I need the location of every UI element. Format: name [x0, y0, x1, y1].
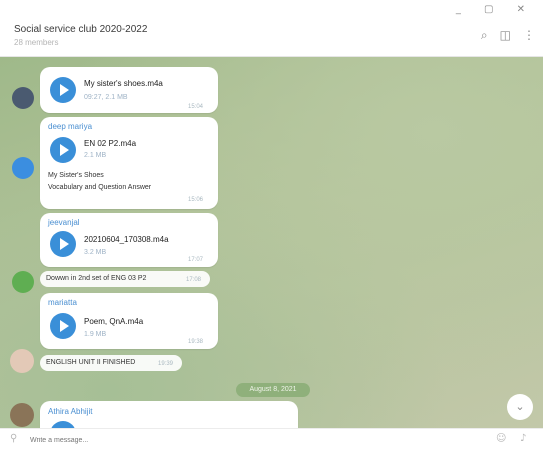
- audio-filename: My sister's shoes.m4a: [84, 79, 163, 88]
- columns-icon[interactable]: ◫: [500, 28, 511, 43]
- message-audio[interactable]: mariatta Poem, QnA.m4a 1.9 MB 19:38: [40, 293, 218, 349]
- message-time: 15:04: [188, 104, 204, 110]
- play-icon[interactable]: [50, 137, 76, 163]
- message-partial[interactable]: Athira Abhijit: [40, 401, 298, 428]
- header-actions: ⌕ ◫ ⋮: [481, 28, 535, 43]
- message-audio[interactable]: My sister's shoes.m4a 09:27, 2.1 MB 15:0…: [40, 67, 218, 113]
- paperclip-icon[interactable]: ⚲: [10, 433, 17, 444]
- chat-member-count: 28 members: [14, 38, 59, 47]
- message-audio[interactable]: jeevanjal 20210604_170308.m4a 3.2 MB 17:…: [40, 213, 218, 267]
- sender-name[interactable]: Athira Abhijit: [48, 407, 92, 416]
- message-time: 17:08: [186, 277, 202, 283]
- audio-meta: 09:27, 2.1 MB: [84, 94, 128, 101]
- chat-messages-area[interactable]: My sister's shoes.m4a 09:27, 2.1 MB 15:0…: [0, 57, 543, 428]
- message-text: ENGLISH UNIT II FINISHED: [46, 359, 136, 366]
- play-icon[interactable]: [50, 313, 76, 339]
- message-text-bubble[interactable]: Dowwn in 2nd set of ENG 03 P2 17:08: [40, 271, 210, 287]
- window-controls[interactable]: _ ▢ ✕: [456, 4, 535, 15]
- sender-name[interactable]: deep mariya: [48, 122, 92, 131]
- microphone-icon[interactable]: ♪: [520, 433, 526, 444]
- sender-name[interactable]: mariatta: [48, 298, 77, 307]
- message-time: 19:39: [158, 361, 174, 367]
- message-text: My Sister's Shoes: [48, 172, 104, 179]
- date-separator: August 8, 2021: [236, 383, 310, 397]
- message-text: Vocabulary and Question Answer: [48, 184, 152, 191]
- audio-meta: 3.2 MB: [84, 249, 107, 256]
- chat-title[interactable]: Social service club 2020-2022: [14, 24, 147, 35]
- message-audio[interactable]: deep mariya EN 02 P2.m4a 2.1 MB My Siste…: [40, 117, 218, 209]
- sender-name[interactable]: jeevanjal: [48, 218, 80, 227]
- audio-meta: 1.9 MB: [84, 331, 107, 338]
- chat-header: _ ▢ ✕ Social service club 2020-2022 28 m…: [0, 0, 543, 57]
- avatar[interactable]: [10, 349, 34, 373]
- play-icon[interactable]: [50, 231, 76, 257]
- avatar[interactable]: [12, 87, 34, 109]
- play-icon[interactable]: [50, 421, 76, 428]
- message-time: 17:07: [188, 257, 204, 263]
- message-text-bubble[interactable]: ENGLISH UNIT II FINISHED 19:39: [40, 355, 182, 371]
- search-icon[interactable]: ⌕: [481, 28, 488, 43]
- avatar[interactable]: [12, 271, 34, 293]
- play-icon[interactable]: [50, 77, 76, 103]
- message-time: 19:38: [188, 339, 204, 345]
- message-text: Dowwn in 2nd set of ENG 03 P2: [46, 275, 147, 282]
- more-icon[interactable]: ⋮: [523, 28, 535, 43]
- audio-filename: 20210604_170308.m4a: [84, 235, 169, 244]
- audio-filename: EN 02 P2.m4a: [84, 139, 137, 148]
- chevron-down-icon[interactable]: ⌄: [507, 394, 533, 420]
- emoji-icon[interactable]: ☺: [496, 433, 506, 444]
- message-time: 15:06: [188, 197, 204, 203]
- message-input-bar: ⚲ ☺ ♪: [0, 428, 543, 450]
- avatar[interactable]: [10, 403, 34, 427]
- message-input[interactable]: [30, 433, 450, 447]
- audio-filename: Poem, QnA.m4a: [84, 317, 144, 326]
- avatar[interactable]: [12, 157, 34, 179]
- telegram-window: _ ▢ ✕ Social service club 2020-2022 28 m…: [0, 0, 543, 450]
- audio-meta: 2.1 MB: [84, 152, 107, 159]
